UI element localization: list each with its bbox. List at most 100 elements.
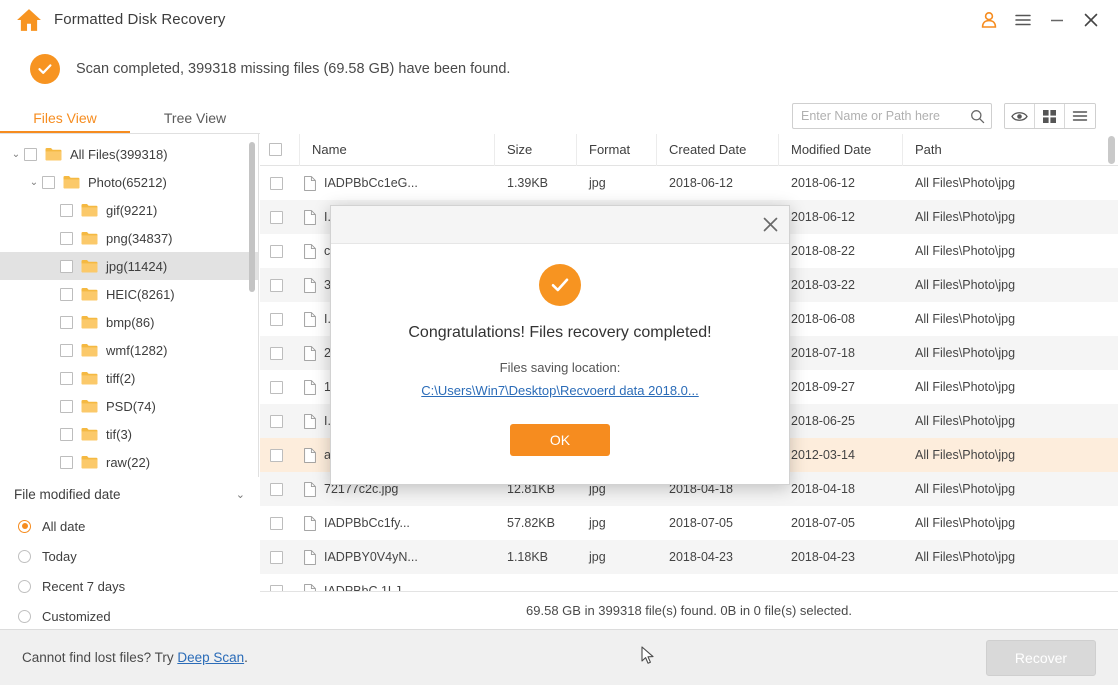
- tree-item-jpg[interactable]: jpg(11424): [0, 252, 258, 280]
- row-checkbox[interactable]: [260, 472, 300, 506]
- menu-icon[interactable]: [1006, 0, 1040, 40]
- folder-icon: [81, 259, 98, 273]
- checkbox-icon[interactable]: [270, 313, 283, 326]
- row-checkbox[interactable]: [260, 404, 300, 438]
- column-header-path[interactable]: Path: [903, 134, 1118, 166]
- file-name-text: IADPBY0V4yN...: [324, 550, 418, 564]
- date-filter-option-customized[interactable]: Customized: [0, 601, 259, 631]
- checkbox-icon[interactable]: [60, 260, 73, 273]
- checkbox-icon[interactable]: [60, 400, 73, 413]
- checkbox-icon[interactable]: [60, 288, 73, 301]
- tree-item-label: All Files(399318): [70, 147, 168, 162]
- radio-icon[interactable]: [18, 520, 31, 533]
- chevron-down-icon[interactable]: ⌄: [26, 177, 42, 188]
- checkbox-icon[interactable]: [60, 316, 73, 329]
- select-all-checkbox[interactable]: [260, 134, 300, 166]
- ok-button[interactable]: OK: [510, 424, 610, 456]
- close-icon[interactable]: [751, 206, 789, 244]
- row-checkbox[interactable]: [260, 540, 300, 574]
- recover-button[interactable]: Recover: [986, 640, 1096, 676]
- checkbox-icon[interactable]: [24, 148, 37, 161]
- checkbox-icon[interactable]: [60, 456, 73, 469]
- table-vertical-scrollbar[interactable]: [1108, 136, 1115, 164]
- row-checkbox[interactable]: [260, 574, 300, 591]
- date-filter-option-all-date[interactable]: All date: [0, 511, 259, 541]
- preview-eye-icon[interactable]: [1005, 104, 1035, 128]
- checkbox-icon[interactable]: [42, 176, 55, 189]
- tree-vertical-scrollbar[interactable]: [249, 142, 255, 292]
- chevron-down-icon[interactable]: ⌄: [236, 488, 245, 501]
- row-checkbox[interactable]: [260, 302, 300, 336]
- row-checkbox[interactable]: [260, 506, 300, 540]
- checkbox-icon[interactable]: [270, 381, 283, 394]
- checkbox-icon[interactable]: [270, 177, 283, 190]
- tab-tree-view[interactable]: Tree View: [130, 110, 260, 134]
- row-checkbox[interactable]: [260, 438, 300, 472]
- date-filter-header[interactable]: File modified date ⌄: [0, 477, 259, 511]
- deep-scan-link[interactable]: Deep Scan: [177, 650, 244, 665]
- tree-item-psd[interactable]: PSD(74): [0, 392, 258, 420]
- row-checkbox[interactable]: [260, 166, 300, 200]
- row-checkbox[interactable]: [260, 200, 300, 234]
- file-icon: [304, 244, 316, 259]
- row-checkbox[interactable]: [260, 268, 300, 302]
- checkbox-icon[interactable]: [60, 428, 73, 441]
- radio-icon[interactable]: [18, 610, 31, 623]
- search-icon[interactable]: [970, 109, 985, 124]
- row-checkbox[interactable]: [260, 336, 300, 370]
- table-row[interactable]: IADPBbCc1fy...57.82KBjpg2018-07-052018-0…: [260, 506, 1118, 540]
- tree-item-png[interactable]: png(34837): [0, 224, 258, 252]
- chevron-down-icon[interactable]: ⌄: [8, 149, 24, 160]
- table-row[interactable]: IADPBY0V4yN...1.18KBjpg2018-04-232018-04…: [260, 540, 1118, 574]
- tree-item-heic[interactable]: HEIC(8261): [0, 280, 258, 308]
- tree-item-photo[interactable]: ⌄Photo(65212): [0, 168, 258, 196]
- list-view-icon[interactable]: [1065, 104, 1095, 128]
- tree-item-label: tiff(2): [106, 371, 135, 386]
- column-header-name[interactable]: Name: [300, 134, 495, 166]
- tree-item-wmf[interactable]: wmf(1282): [0, 336, 258, 364]
- date-filter-option-recent-7-days[interactable]: Recent 7 days: [0, 571, 259, 601]
- grid-view-icon[interactable]: [1035, 104, 1065, 128]
- search-box[interactable]: [792, 103, 992, 129]
- date-filter-option-today[interactable]: Today: [0, 541, 259, 571]
- checkbox-icon[interactable]: [270, 245, 283, 258]
- file-name-text: IADPBbC 1LJ: [324, 584, 401, 591]
- column-header-modified[interactable]: Modified Date: [779, 134, 903, 166]
- checkbox-icon[interactable]: [60, 232, 73, 245]
- tab-files-view[interactable]: Files View: [0, 110, 130, 134]
- checkbox-icon[interactable]: [60, 372, 73, 385]
- checkbox-icon[interactable]: [269, 143, 282, 156]
- search-input[interactable]: [801, 109, 970, 123]
- column-header-size[interactable]: Size: [495, 134, 577, 166]
- tree-item-raw[interactable]: raw(22): [0, 448, 258, 471]
- column-header-format[interactable]: Format: [577, 134, 657, 166]
- folder-icon: [63, 175, 80, 189]
- row-checkbox[interactable]: [260, 234, 300, 268]
- table-row[interactable]: IADPBbCc1eG...1.39KBjpg2018-06-122018-06…: [260, 166, 1118, 200]
- tree-item-all files[interactable]: ⌄ All Files(399318): [0, 140, 258, 168]
- tree-item-bmp[interactable]: bmp(86): [0, 308, 258, 336]
- tree-item-gif[interactable]: gif(9221): [0, 196, 258, 224]
- tree-item-tiff[interactable]: tiff(2): [0, 364, 258, 392]
- radio-icon[interactable]: [18, 550, 31, 563]
- row-checkbox[interactable]: [260, 370, 300, 404]
- checkbox-icon[interactable]: [60, 344, 73, 357]
- checkbox-icon[interactable]: [270, 517, 283, 530]
- checkbox-icon[interactable]: [60, 204, 73, 217]
- tree-item-tif[interactable]: tif(3): [0, 420, 258, 448]
- checkbox-icon[interactable]: [270, 279, 283, 292]
- saving-location-link[interactable]: C:\Users\Win7\Desktop\Recvoerd data 2018…: [421, 383, 698, 398]
- checkbox-icon[interactable]: [270, 483, 283, 496]
- footer-bar: Cannot find lost files? Try Deep Scan. R…: [0, 629, 1118, 685]
- table-row[interactable]: IADPBbC 1LJ: [260, 574, 1118, 591]
- checkbox-icon[interactable]: [270, 211, 283, 224]
- minimize-icon[interactable]: [1040, 0, 1074, 40]
- close-icon[interactable]: [1074, 0, 1108, 40]
- checkbox-icon[interactable]: [270, 551, 283, 564]
- radio-icon[interactable]: [18, 580, 31, 593]
- column-header-created[interactable]: Created Date: [657, 134, 779, 166]
- checkbox-icon[interactable]: [270, 449, 283, 462]
- checkbox-icon[interactable]: [270, 415, 283, 428]
- account-icon[interactable]: [972, 0, 1006, 40]
- checkbox-icon[interactable]: [270, 347, 283, 360]
